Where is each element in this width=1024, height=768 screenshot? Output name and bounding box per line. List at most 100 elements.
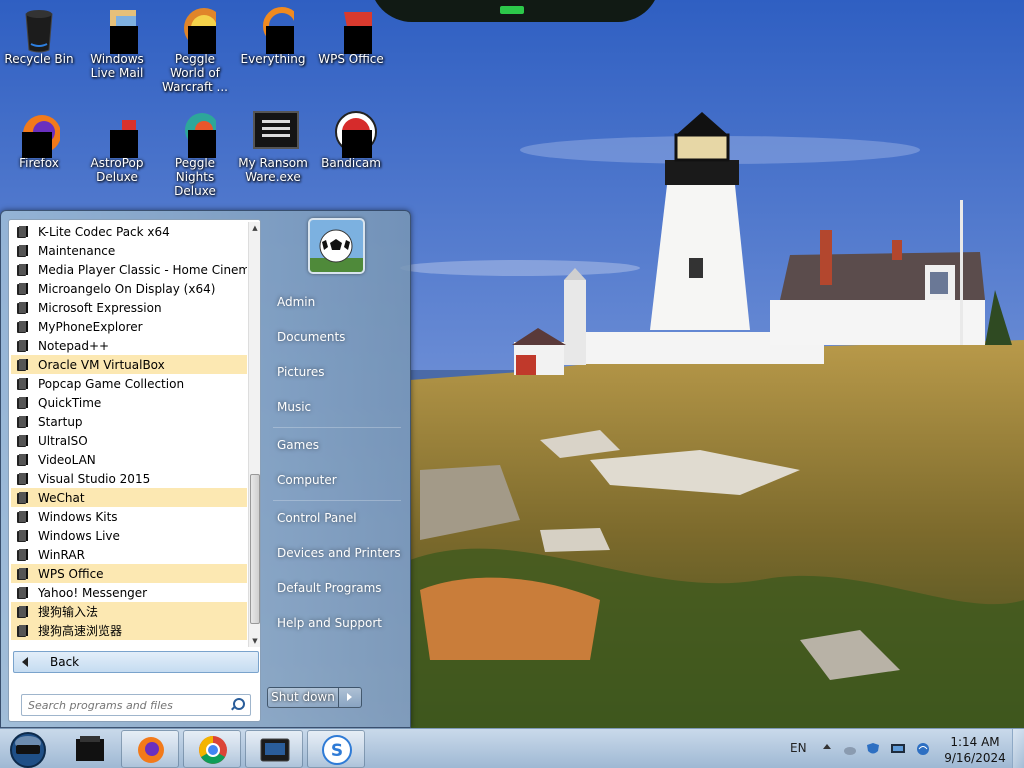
- shutdown-button[interactable]: Shut down: [267, 687, 339, 708]
- desktop-icon-astropop[interactable]: AstroPop Deluxe: [78, 104, 156, 184]
- firefox-icon: [18, 110, 61, 162]
- program-folder-icon: [15, 263, 29, 277]
- language-indicator[interactable]: EN: [790, 741, 807, 755]
- tray-cloud-icon[interactable]: [843, 742, 857, 756]
- taskbar-explorer[interactable]: [62, 730, 120, 768]
- start-item-default-programs[interactable]: Default Programs: [269, 573, 404, 603]
- search-icon[interactable]: [230, 698, 245, 712]
- scroll-thumb[interactable]: [250, 474, 260, 624]
- program-folder[interactable]: Windows Live: [11, 526, 247, 545]
- start-item-control-panel[interactable]: Control Panel: [269, 503, 404, 533]
- start-item-pictures[interactable]: Pictures: [269, 357, 404, 387]
- program-folder-icon: [15, 548, 29, 562]
- desktop-icon-label: Recycle Bin: [4, 52, 74, 66]
- program-list-scrollbar[interactable]: ▲ ▼: [248, 222, 260, 647]
- taskbar-sogou-browser[interactable]: S: [307, 730, 365, 768]
- wps-office-icon: [330, 6, 376, 56]
- program-folder[interactable]: WeChat: [11, 488, 247, 507]
- program-folder[interactable]: Visual Studio 2015: [11, 469, 247, 488]
- tray-network-icon[interactable]: [915, 742, 929, 756]
- start-item-label: Admin: [277, 295, 316, 309]
- program-folder[interactable]: 搜狗高速浏览器: [11, 621, 247, 640]
- program-folder[interactable]: Popcap Game Collection: [11, 374, 247, 393]
- program-folder[interactable]: Startup: [11, 412, 247, 431]
- scroll-down-arrow-icon[interactable]: ▼: [249, 635, 261, 647]
- desktop-icon-my-ransomware[interactable]: My Ransom Ware.exe: [234, 104, 312, 184]
- program-folder-label: Media Player Classic - Home Cinema x6: [38, 262, 247, 277]
- soccer-ball-icon: [310, 220, 363, 272]
- program-folder[interactable]: WinRAR: [11, 545, 247, 564]
- program-folder-label: 搜狗输入法: [38, 605, 99, 619]
- start-item-computer[interactable]: Computer: [269, 465, 404, 495]
- start-item-label: Music: [277, 400, 312, 414]
- desktop-icon-recycle-bin[interactable]: Recycle Bin: [0, 0, 78, 66]
- tray-monitor-icon[interactable]: [890, 742, 905, 756]
- shutdown-options-arrow-icon[interactable]: [339, 687, 362, 708]
- program-folder[interactable]: QuickTime: [11, 393, 247, 412]
- taskbar-firefox[interactable]: [121, 730, 179, 768]
- program-folder-icon: [15, 586, 29, 600]
- desktop-icon-firefox[interactable]: Firefox: [0, 104, 78, 170]
- program-folder[interactable]: MyPhoneExplorer: [11, 317, 247, 336]
- desktop-icon-bandicam[interactable]: Bandicam: [312, 104, 390, 170]
- start-menu: K-Lite Codec Pack x64 Maintenance Media Pl…: [0, 210, 411, 728]
- explorer-icon: [76, 736, 104, 761]
- start-item-games[interactable]: Games: [269, 430, 404, 460]
- program-folder-icon: [15, 472, 29, 486]
- astropop-icon: [96, 110, 140, 160]
- desktop-icon-peggle-wow[interactable]: Peggle World of Warcraft ...: [156, 0, 234, 94]
- user-picture[interactable]: [308, 218, 365, 274]
- show-hidden-icons-arrow-icon[interactable]: [823, 744, 831, 749]
- program-folder[interactable]: Microangelo On Display (x64): [11, 279, 247, 298]
- start-item-documents[interactable]: Documents: [269, 322, 404, 352]
- program-folder-label: Microangelo On Display (x64): [38, 281, 216, 296]
- program-folder[interactable]: Microsoft Expression: [11, 298, 247, 317]
- tray-shield-icon[interactable]: [866, 742, 880, 756]
- clock-date[interactable]: 9/16/2024: [940, 751, 1010, 765]
- program-folder-label: 搜狗高速浏览器: [38, 624, 123, 638]
- program-folder-label: QuickTime: [38, 395, 102, 410]
- program-folder-label: Oracle VM VirtualBox: [38, 357, 165, 372]
- start-item-help-support[interactable]: Help and Support: [269, 608, 404, 638]
- start-item-devices-printers[interactable]: Devices and Printers: [269, 538, 404, 568]
- show-desktop-button[interactable]: [1012, 729, 1024, 768]
- program-folder-icon: [15, 453, 29, 467]
- program-folder-label: Popcap Game Collection: [38, 376, 185, 391]
- peggle-wow-icon: [174, 6, 224, 56]
- program-folder[interactable]: Notepad++: [11, 336, 247, 355]
- program-folder[interactable]: 搜狗输入法: [11, 602, 247, 621]
- back-arrow-icon: [22, 657, 28, 667]
- program-folder[interactable]: Media Player Classic - Home Cinema x6: [11, 260, 247, 279]
- search-input[interactable]: [28, 696, 230, 714]
- start-button[interactable]: [4, 730, 50, 768]
- desktop-icon-label: Bandicam: [321, 156, 381, 170]
- program-folder[interactable]: WPS Office: [11, 564, 247, 583]
- start-item-music[interactable]: Music: [269, 392, 404, 422]
- start-item-label: Games: [277, 438, 319, 452]
- program-folder[interactable]: Maintenance: [11, 241, 247, 260]
- taskbar-chrome[interactable]: [183, 730, 241, 768]
- start-item-label: Default Programs: [277, 581, 382, 595]
- back-button[interactable]: Back: [13, 651, 259, 673]
- program-folder-icon: [15, 624, 29, 638]
- clock-time[interactable]: 1:14 AM: [946, 735, 1004, 749]
- start-item-admin[interactable]: Admin: [269, 287, 404, 317]
- scroll-up-arrow-icon[interactable]: ▲: [249, 222, 261, 234]
- program-folder[interactable]: Oracle VM VirtualBox: [11, 355, 247, 374]
- program-folder[interactable]: K-Lite Codec Pack x64: [11, 222, 247, 241]
- program-folder[interactable]: Windows Kits: [11, 507, 247, 526]
- everything-icon: [252, 6, 301, 56]
- program-folder[interactable]: UltraISO: [11, 431, 247, 450]
- program-folder[interactable]: Yahoo! Messenger: [11, 583, 247, 602]
- search-box[interactable]: [21, 694, 251, 716]
- desktop-icon-wps-office[interactable]: WPS Office: [312, 0, 390, 66]
- desktop-icon-peggle-nights[interactable]: Peggle Nights Deluxe: [156, 104, 234, 198]
- program-folder-label: WPS Office: [38, 566, 104, 581]
- taskbar-media-player[interactable]: [245, 730, 303, 768]
- program-folder-icon: [15, 225, 29, 239]
- bandicam-icon: [330, 110, 377, 160]
- desktop-icon-windows-live-mail[interactable]: Windows Live Mail: [78, 0, 156, 80]
- program-folder-icon: [15, 282, 29, 296]
- program-folder[interactable]: VideoLAN: [11, 450, 247, 469]
- desktop-icon-everything[interactable]: Everything: [234, 0, 312, 66]
